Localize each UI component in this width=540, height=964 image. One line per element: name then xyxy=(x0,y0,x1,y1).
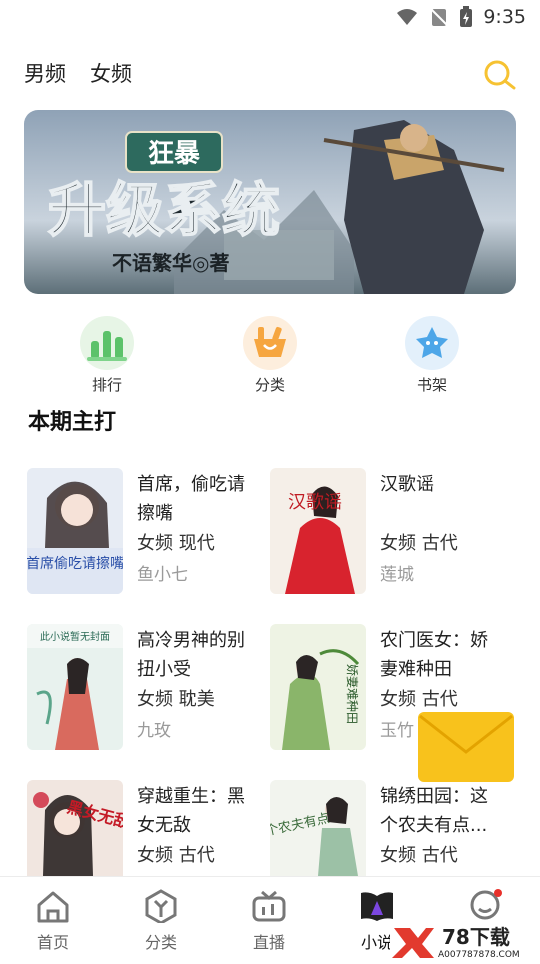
book-title: 汉歌谣 xyxy=(380,474,434,495)
book-tags: 女频 古代 xyxy=(380,845,458,866)
banner-author: 不语繁华◎著 xyxy=(112,251,229,275)
book-title: 高冷男神的别扭小受 xyxy=(137,630,245,680)
watermark-url: A007787878.COM xyxy=(438,950,520,960)
wifi-icon xyxy=(397,9,418,25)
nav-category-label: 分类 xyxy=(144,933,177,952)
book-title: 首席，偷吃请擦嘴 xyxy=(137,474,245,524)
ranking-icon xyxy=(80,316,134,370)
profile-icon xyxy=(470,889,502,920)
book-title: 穿越重生：黑女无敌 xyxy=(137,786,245,836)
book-tags: 女频 古代 xyxy=(380,689,458,710)
shortcut-bookshelf-label: 书架 xyxy=(416,376,447,394)
book-cover: 首席偷吃请擦嘴 xyxy=(27,468,123,594)
book-icon xyxy=(361,892,393,921)
book-cover: 汉歌谣 xyxy=(270,468,366,594)
book-card[interactable]: 首席偷吃请擦嘴 首席，偷吃请擦嘴 女频 现代 鱼小七 xyxy=(27,468,271,596)
banner-title: 升级系统 xyxy=(48,176,280,244)
watermark-brand: 78下载 xyxy=(442,925,510,949)
shortcut-ranking-label: 排行 xyxy=(91,376,122,394)
book-title: 农门医女：娇妻难种田 xyxy=(380,630,488,680)
status-bar: 9:35 xyxy=(0,0,540,36)
search-icon[interactable] xyxy=(482,58,518,94)
svg-text:汉歌谣: 汉歌谣 xyxy=(288,492,342,513)
book-author: 九玫 xyxy=(137,721,171,741)
status-time: 9:35 xyxy=(483,6,526,28)
book-tags: 女频 古代 xyxy=(137,845,215,866)
tv-icon xyxy=(252,890,286,922)
battery-icon xyxy=(460,6,473,27)
section-title: 本期主打 xyxy=(28,410,117,435)
book-tags: 女频 现代 xyxy=(137,533,215,554)
svg-text:首席偷吃请擦嘴: 首席偷吃请擦嘴 xyxy=(27,555,123,572)
shortcut-bookshelf[interactable]: 书架 xyxy=(392,316,472,395)
shortcut-category[interactable]: 分类 xyxy=(230,316,310,395)
nav-home-label: 首页 xyxy=(36,933,69,952)
banner-artwork: 狂暴 升级系统 不语繁华◎著 xyxy=(24,110,516,294)
nav-home[interactable]: 首页 xyxy=(18,889,88,953)
shortcut-category-label: 分类 xyxy=(254,376,285,394)
book-cover: 此小说暂无封面 xyxy=(27,624,123,750)
svg-text:此小说暂无封面: 此小说暂无封面 xyxy=(40,630,110,643)
nav-live-label: 直播 xyxy=(252,933,285,952)
svg-text:娇妻难种田: 娇妻难种田 xyxy=(345,664,359,724)
book-cover: 娇妻难种田 xyxy=(270,624,366,750)
book-card[interactable]: 此小说暂无封面 高冷男神的别扭小受 女频 耽美 九玫 xyxy=(27,624,271,752)
no-sim-icon xyxy=(429,7,450,27)
banner-badge: 狂暴 xyxy=(148,139,200,169)
shortcut-ranking[interactable]: 排行 xyxy=(67,316,147,395)
category-icon xyxy=(243,316,297,370)
banner[interactable]: 狂暴 升级系统 不语繁华◎著 xyxy=(24,110,516,294)
watermark: 78下载 A007787878.COM xyxy=(390,924,540,960)
watermark-logo: 78下载 A007787878.COM xyxy=(392,925,520,960)
tab-male[interactable]: 男频 xyxy=(24,58,66,88)
category-hex-icon xyxy=(145,889,177,925)
book-tags: 女频 耽美 xyxy=(137,689,215,710)
book-tags: 女频 古代 xyxy=(380,533,458,554)
mail-icon[interactable] xyxy=(418,712,514,782)
nav-live[interactable]: 直播 xyxy=(234,889,304,953)
book-author: 莲城 xyxy=(380,565,414,585)
tab-female[interactable]: 女频 xyxy=(90,58,132,88)
book-title: 锦绣田园：这个农夫有点... xyxy=(380,786,488,836)
home-icon xyxy=(37,891,69,923)
nav-category[interactable]: 分类 xyxy=(126,889,196,953)
top-tabs: 男频 女频 xyxy=(24,58,132,88)
shortcut-row: 排行 分类 书架 xyxy=(0,316,540,396)
book-card[interactable]: 汉歌谣 汉歌谣 女频 古代 莲城 xyxy=(270,468,514,596)
bookshelf-icon xyxy=(405,316,459,370)
book-author: 鱼小七 xyxy=(137,565,188,585)
